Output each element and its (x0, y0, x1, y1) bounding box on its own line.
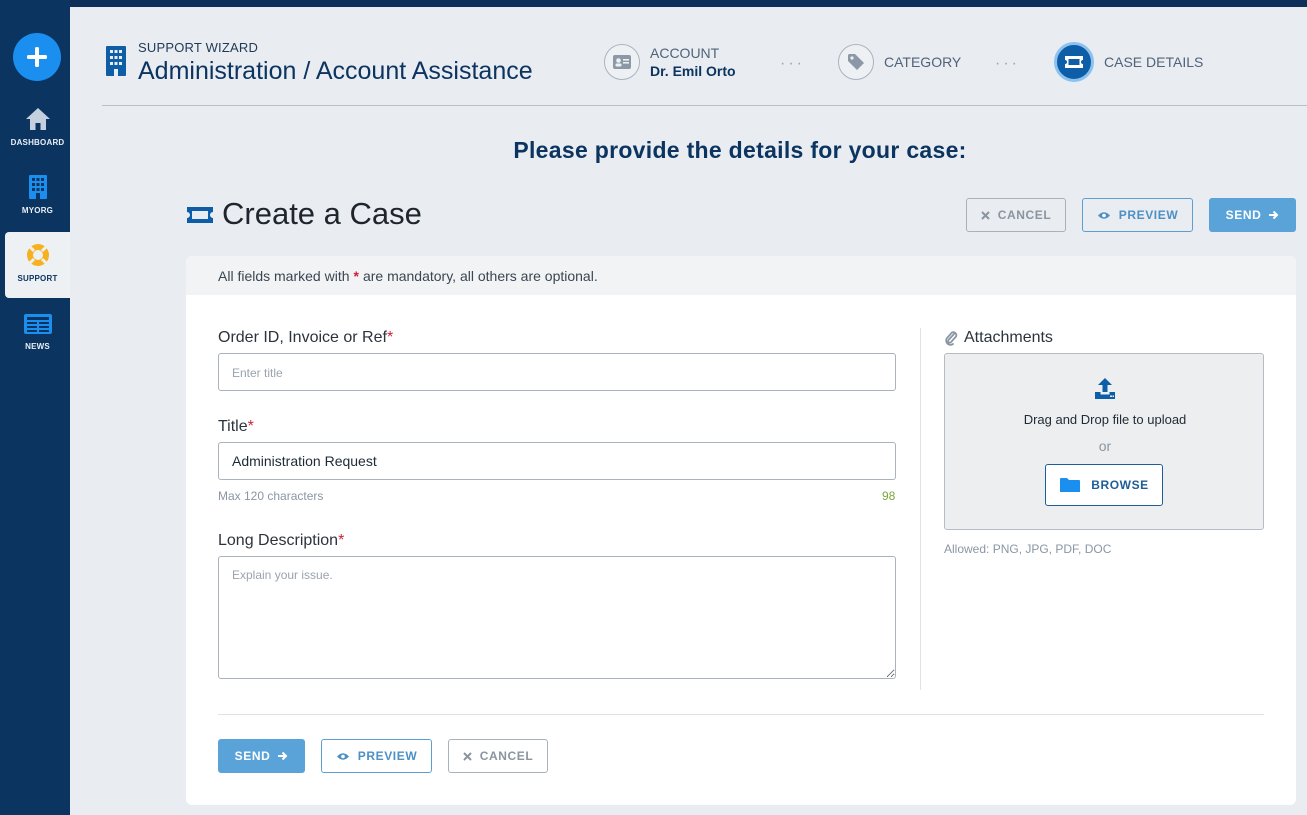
sidebar-item-label: MYORG (21, 206, 54, 215)
cancel-button-label: CANCEL (997, 208, 1052, 222)
order-id-label-text: Order ID, Invoice or Ref (218, 329, 387, 346)
building-icon (28, 175, 47, 199)
close-icon (462, 751, 472, 761)
attachments-label-text: Attachments (964, 329, 1053, 346)
attachments-label: Attachments (944, 329, 1053, 347)
step-account-value: Dr. Emil Orto (650, 63, 736, 79)
sidebar: DASHBOARD MYORG SUPPORT NEWS (0, 0, 70, 815)
title-label: Title* (218, 418, 254, 436)
create-new-button[interactable] (13, 33, 61, 81)
header-divider (102, 105, 1307, 106)
file-dropzone[interactable]: Drag and Drop file to upload or BROWSE (944, 353, 1264, 530)
step-category-circle (838, 44, 874, 80)
step-category[interactable]: CATEGORY (838, 44, 961, 80)
dropzone-or: or (1098, 438, 1112, 454)
eye-icon (1097, 211, 1111, 220)
title-input[interactable] (218, 442, 896, 480)
home-icon (25, 108, 50, 130)
step-separator: ··· (995, 55, 1020, 72)
top-bar (0, 0, 1307, 7)
sidebar-item-support[interactable]: SUPPORT (5, 232, 70, 298)
building-icon (106, 46, 126, 76)
wizard-label: SUPPORT WIZARD (138, 40, 259, 55)
description-textarea[interactable] (218, 556, 896, 679)
send-button-label: SEND (1225, 208, 1262, 222)
plus-icon (27, 47, 47, 67)
sidebar-item-label: NEWS (25, 342, 50, 351)
required-asterisk: * (353, 267, 359, 284)
step-case-details-label: CASE DETAILS (1104, 54, 1204, 70)
step-case-details-circle (1054, 42, 1094, 82)
step-account[interactable]: ACCOUNT Dr. Emil Orto (604, 44, 736, 80)
case-title: Create a Case (222, 196, 422, 231)
description-label: Long Description* (218, 532, 344, 550)
preview-button-bottom[interactable]: PREVIEW (321, 739, 432, 773)
mandatory-note-text: All fields marked with (218, 267, 350, 284)
folder-icon (1059, 477, 1081, 493)
mandatory-note-text: are mandatory, all others are optional. (362, 267, 598, 284)
cancel-button-label: CANCEL (479, 749, 534, 763)
send-button-bottom[interactable]: SEND (218, 739, 305, 773)
allowed-file-types: Allowed: PNG, JPG, PDF, DOC (944, 542, 1112, 556)
browse-button[interactable]: BROWSE (1045, 464, 1163, 506)
column-divider (920, 328, 921, 690)
order-id-label: Order ID, Invoice or Ref* (218, 329, 393, 347)
send-button[interactable]: SEND (1209, 198, 1296, 232)
send-button-label: SEND (234, 749, 271, 763)
step-account-circle (604, 44, 640, 80)
upload-icon (1095, 378, 1115, 399)
description-label-text: Long Description (218, 532, 339, 549)
dropzone-text: Drag and Drop file to upload (1023, 412, 1187, 427)
id-card-icon (613, 55, 631, 69)
ticket-icon (187, 207, 213, 223)
preview-button-label: PREVIEW (357, 749, 418, 763)
arrow-right-icon (277, 751, 288, 761)
arrow-right-icon (1268, 210, 1279, 220)
cancel-button-bottom[interactable]: CANCEL (448, 739, 548, 773)
paperclip-icon (944, 330, 958, 346)
instruction-heading: Please provide the details for your case… (513, 137, 967, 163)
sidebar-item-label: SUPPORT (17, 274, 58, 283)
lifebuoy-icon (26, 244, 49, 266)
required-asterisk: * (386, 329, 394, 346)
title-char-counter: 98 (882, 489, 896, 503)
title-label-text: Title (218, 418, 248, 435)
newspaper-icon (23, 314, 52, 334)
preview-button[interactable]: PREVIEW (1082, 198, 1193, 232)
required-asterisk: * (338, 532, 345, 549)
close-icon (980, 210, 990, 220)
case-form-card: All fields marked with * are mandatory, … (186, 256, 1296, 805)
order-id-input[interactable] (218, 353, 896, 391)
step-account-label: ACCOUNT (650, 45, 720, 61)
cancel-button[interactable]: CANCEL (966, 198, 1066, 232)
ticket-icon (1065, 56, 1083, 68)
title-hint: Max 120 characters (218, 489, 324, 503)
preview-button-label: PREVIEW (1118, 208, 1179, 222)
browse-button-label: BROWSE (1091, 478, 1149, 492)
page-title: Administration / Account Assistance (138, 57, 533, 85)
step-case-details[interactable]: CASE DETAILS (1054, 42, 1203, 82)
eye-icon (336, 752, 350, 761)
step-category-label: CATEGORY (884, 54, 962, 70)
required-asterisk: * (247, 418, 254, 435)
tag-icon (848, 54, 864, 70)
form-footer-divider (218, 714, 1264, 715)
mandatory-note: All fields marked with * are mandatory, … (186, 256, 1296, 295)
sidebar-item-news[interactable]: NEWS (5, 302, 70, 368)
sidebar-item-myorg[interactable]: MYORG (5, 164, 70, 230)
step-separator: ··· (780, 55, 805, 72)
